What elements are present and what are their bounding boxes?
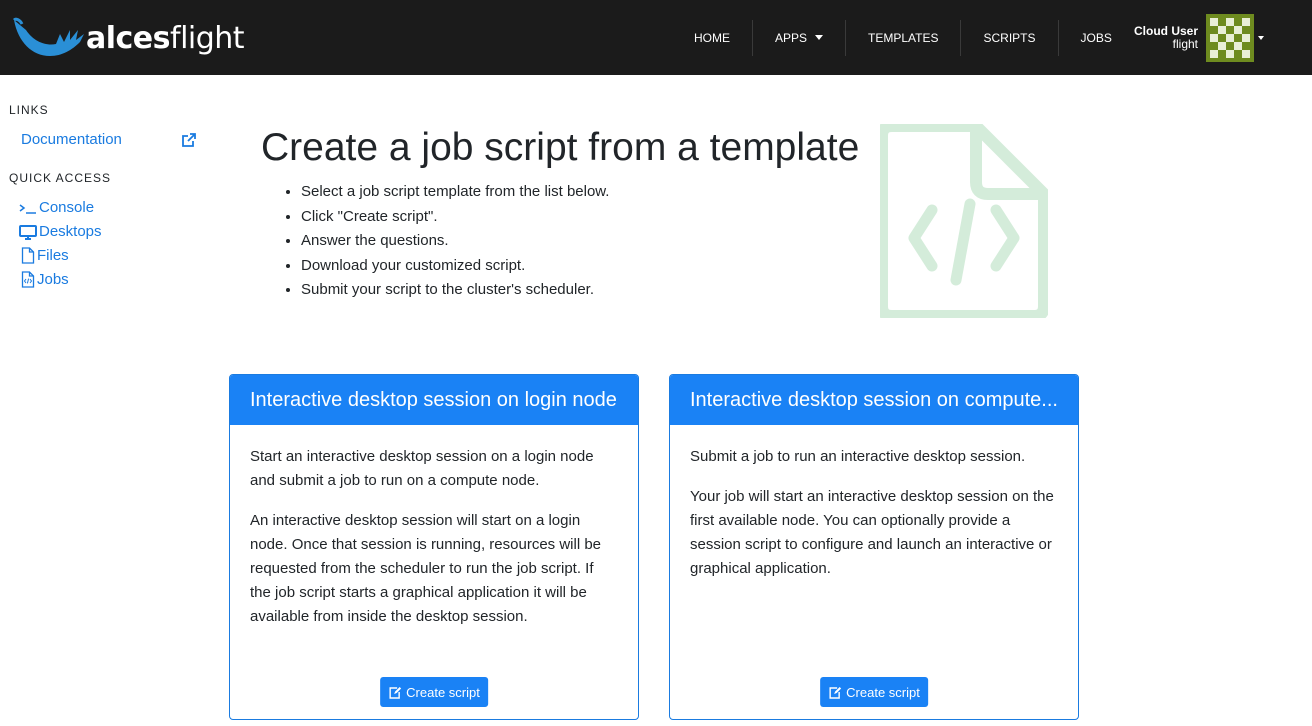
console-label: Console	[39, 199, 95, 216]
nav-scripts-label: SCRIPTS	[983, 30, 1036, 45]
file-icon	[21, 247, 35, 264]
quick-access-heading: QUICK ACCESS	[9, 171, 112, 185]
file-code-icon	[21, 271, 35, 288]
jobs-label: Jobs	[37, 271, 69, 288]
file-code-icon	[880, 124, 1048, 318]
nav-scripts[interactable]: SCRIPTS	[961, 19, 1059, 56]
user-menu[interactable]: Cloud User flight	[1134, 14, 1265, 62]
desktops-label: Desktops	[39, 223, 102, 240]
links-heading: LINKS	[9, 103, 49, 117]
sidebar-item-desktops[interactable]: Desktops	[19, 223, 102, 240]
nav-templates-label: TEMPLATES	[868, 30, 939, 45]
instruction-step: Select a job script template from the li…	[301, 180, 609, 205]
card-title[interactable]: Interactive desktop session on compute..…	[670, 375, 1078, 425]
main-nav: HOME APPS TEMPLATES SCRIPTS JOBS	[672, 0, 1134, 75]
card-body: Submit a job to run an interactive deskt…	[670, 425, 1078, 581]
card-description: Submit a job to run an interactive deskt…	[690, 448, 1026, 465]
sidebar-item-console[interactable]: Console	[19, 199, 94, 216]
instruction-step: Answer the questions.	[301, 229, 609, 254]
caret-down-icon	[1258, 36, 1265, 40]
user-info: Cloud User flight	[1134, 25, 1198, 51]
create-script-label: Create script	[846, 684, 920, 700]
nav-home-label: HOME	[694, 30, 730, 45]
page-title: Create a job script from a template	[261, 126, 860, 169]
nav-home[interactable]: HOME	[672, 19, 753, 56]
instruction-step: Click "Create script".	[301, 205, 609, 230]
documentation-label: Documentation	[21, 131, 122, 148]
template-card: Interactive desktop session on compute..…	[669, 374, 1079, 720]
terminal-icon	[19, 203, 36, 214]
edit-icon	[389, 686, 402, 699]
card-title[interactable]: Interactive desktop session on login nod…	[230, 375, 638, 425]
instruction-step: Download your customized script.	[301, 254, 609, 279]
instructions-list: Select a job script template from the li…	[283, 180, 609, 303]
instruction-step: Submit your script to the cluster's sche…	[301, 278, 609, 303]
card-description: An interactive desktop session will star…	[250, 512, 602, 625]
nav-jobs-label: JOBS	[1080, 30, 1112, 45]
brand-logo-link[interactable]: alcesflight	[10, 10, 245, 66]
user-subtitle: flight	[1172, 37, 1199, 51]
card-description: Start an interactive desktop session on …	[250, 448, 594, 489]
top-navbar: alcesflight HOME APPS TEMPLATES SCRIPTS …	[0, 0, 1312, 75]
nav-jobs[interactable]: JOBS	[1059, 20, 1134, 56]
create-script-label: Create script	[406, 684, 480, 700]
nav-apps-dropdown[interactable]: APPS	[753, 19, 847, 56]
caret-down-icon	[815, 35, 824, 40]
edit-icon	[829, 686, 842, 699]
card-description: Your job will start an interactive deskt…	[690, 488, 1054, 577]
create-script-button[interactable]: Create script	[380, 677, 488, 707]
files-label: Files	[37, 247, 69, 264]
nav-apps-label: APPS	[775, 30, 808, 45]
template-card: Interactive desktop session on login nod…	[229, 374, 639, 720]
sidebar-link-documentation[interactable]: Documentation	[21, 131, 197, 148]
sidebar-item-files[interactable]: Files	[21, 247, 69, 264]
monitor-icon	[19, 224, 37, 240]
external-link-icon	[182, 132, 196, 147]
alces-logo-icon	[12, 17, 84, 56]
brand-name: alcesflight	[86, 20, 245, 56]
card-body: Start an interactive desktop session on …	[230, 425, 638, 629]
avatar	[1206, 14, 1255, 62]
nav-templates[interactable]: TEMPLATES	[846, 19, 962, 56]
sidebar-item-jobs[interactable]: Jobs	[21, 271, 69, 288]
create-script-button[interactable]: Create script	[820, 677, 928, 707]
